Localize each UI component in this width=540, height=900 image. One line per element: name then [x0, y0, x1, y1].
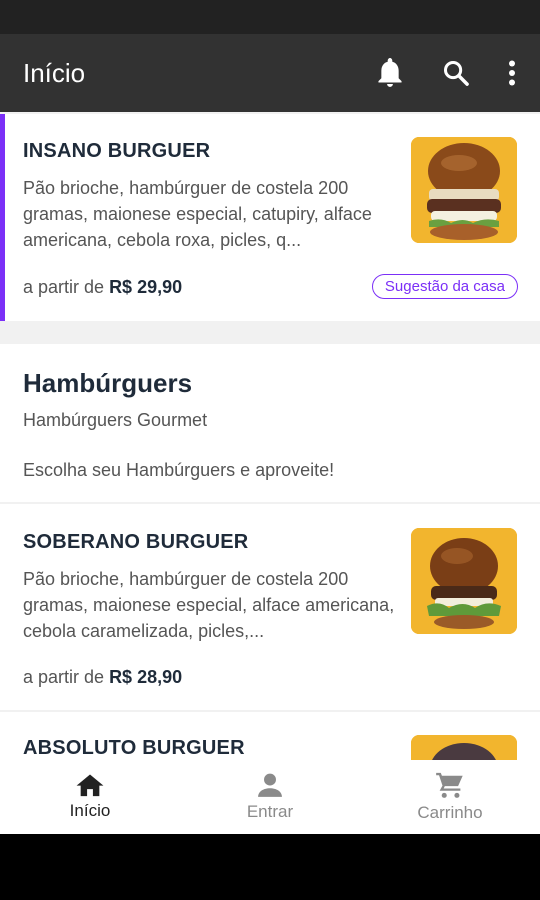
featured-product-card[interactable]: INSANO BURGUER Pão brioche, hambúrguer d…: [0, 114, 540, 321]
category-subtitle: Hambúrguers Gourmet: [23, 410, 208, 430]
app-bar: Início: [0, 34, 540, 112]
product-card[interactable]: SOBERANO BURGUER Pão brioche, hambúrguer…: [0, 504, 540, 710]
product-price: R$ 29,90: [109, 277, 183, 297]
product-price-row: a partir de R$ 29,90: [23, 277, 182, 298]
home-icon: [76, 774, 104, 797]
burger-image: [411, 137, 517, 243]
burger-image: [411, 528, 517, 634]
nav-label: Entrar: [246, 802, 294, 821]
more-options-button[interactable]: [502, 53, 522, 93]
suggestion-badge: Sugestão da casa: [371, 274, 518, 299]
search-button[interactable]: [436, 53, 476, 93]
category-title: Hambúrguers: [23, 368, 193, 398]
search-icon: [443, 60, 469, 86]
product-card[interactable]: ABSOLUTO BURGUER: [0, 712, 540, 760]
product-description: Pão brioche, hambúrguer de costela 200 g…: [23, 178, 372, 250]
burger-image: [411, 735, 517, 760]
product-name: SOBERANO BURGUER: [23, 531, 249, 553]
page-title: Início: [23, 57, 86, 88]
status-bar: [0, 0, 540, 34]
bell-icon: [378, 58, 402, 87]
bottom-navigation: Início Entrar Carrinho: [0, 760, 540, 834]
category-header: Hambúrguers Hambúrguers Gourmet Escolha …: [0, 344, 540, 502]
product-image: [411, 528, 517, 634]
more-vert-icon: [509, 60, 515, 86]
nav-label: Início: [69, 801, 111, 820]
product-image: [411, 137, 517, 243]
nav-item-carrinho[interactable]: Carrinho: [360, 760, 540, 834]
person-icon: [258, 773, 282, 797]
product-image: [411, 735, 517, 760]
product-price: R$ 28,90: [109, 667, 183, 687]
system-navigation-area: [0, 834, 540, 900]
nav-label: Carrinho: [417, 803, 483, 822]
notifications-button[interactable]: [370, 53, 410, 93]
nav-item-entrar[interactable]: Entrar: [180, 760, 360, 834]
menu-content[interactable]: INSANO BURGUER Pão brioche, hambúrguer d…: [0, 112, 540, 760]
product-name: INSANO BURGUER: [23, 140, 211, 162]
product-description: Pão brioche, hambúrguer de costela 200 g…: [23, 569, 395, 641]
category-description: Escolha seu Hambúrguers e aproveite!: [23, 460, 335, 480]
cart-icon: [436, 772, 463, 798]
nav-item-inicio[interactable]: Início: [0, 760, 180, 834]
product-price-row: a partir de R$ 28,90: [23, 667, 182, 688]
price-prefix: a partir de: [23, 667, 105, 687]
product-name: ABSOLUTO BURGUER: [23, 737, 245, 759]
price-prefix: a partir de: [23, 277, 105, 297]
